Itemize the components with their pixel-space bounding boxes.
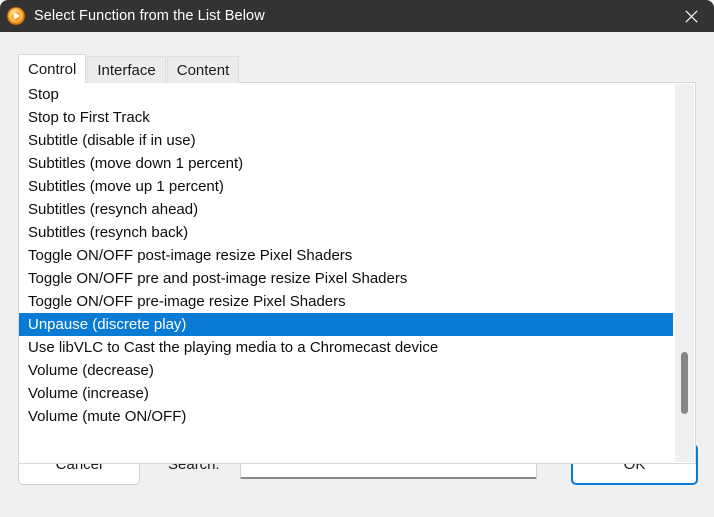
list-item-selected[interactable]: Unpause (discrete play)	[19, 313, 673, 336]
list-item[interactable]: Subtitles (move down 1 percent)	[19, 152, 673, 175]
dialog-body: Control Interface Content Stop Stop to F…	[0, 32, 714, 517]
list-item[interactable]: Subtitles (resynch back)	[19, 221, 673, 244]
media-player-play-icon	[7, 7, 25, 25]
function-list-panel: Stop Stop to First Track Subtitle (disab…	[18, 82, 696, 464]
list-item[interactable]: Stop to First Track	[19, 106, 673, 129]
tab-content-label: Content	[176, 61, 230, 79]
list-item[interactable]: Toggle ON/OFF post-image resize Pixel Sh…	[19, 244, 673, 267]
list-item[interactable]: Volume (increase)	[19, 382, 673, 405]
list-item[interactable]: Toggle ON/OFF pre and post-image resize …	[19, 267, 673, 290]
tab-strip: Control Interface Content	[18, 54, 240, 83]
tab-interface-label: Interface	[97, 61, 156, 79]
list-item[interactable]: Stop	[19, 83, 673, 106]
tab-control-label: Control	[28, 60, 77, 78]
tab-content[interactable]: Content	[166, 56, 240, 83]
list-scrollbar-thumb[interactable]	[681, 352, 688, 414]
list-item[interactable]: Subtitle (disable if in use)	[19, 129, 673, 152]
window-title: Select Function from the List Below	[34, 8, 265, 24]
list-item[interactable]: Subtitles (resynch ahead)	[19, 198, 673, 221]
tab-control[interactable]: Control	[18, 54, 87, 83]
function-list[interactable]: Stop Stop to First Track Subtitle (disab…	[19, 83, 673, 463]
tab-interface[interactable]: Interface	[87, 56, 166, 83]
list-item[interactable]: Subtitles (move up 1 percent)	[19, 175, 673, 198]
list-item[interactable]: Toggle ON/OFF pre-image resize Pixel Sha…	[19, 290, 673, 313]
list-item[interactable]: Use libVLC to Cast the playing media to …	[19, 336, 673, 359]
dialog-window: Select Function from the List Below Cont…	[0, 0, 714, 517]
list-item[interactable]: Volume (mute ON/OFF)	[19, 405, 673, 428]
list-item[interactable]: Volume (decrease)	[19, 359, 673, 382]
list-scrollbar[interactable]	[674, 84, 694, 462]
title-bar: Select Function from the List Below	[0, 0, 714, 32]
close-icon[interactable]	[668, 0, 714, 32]
